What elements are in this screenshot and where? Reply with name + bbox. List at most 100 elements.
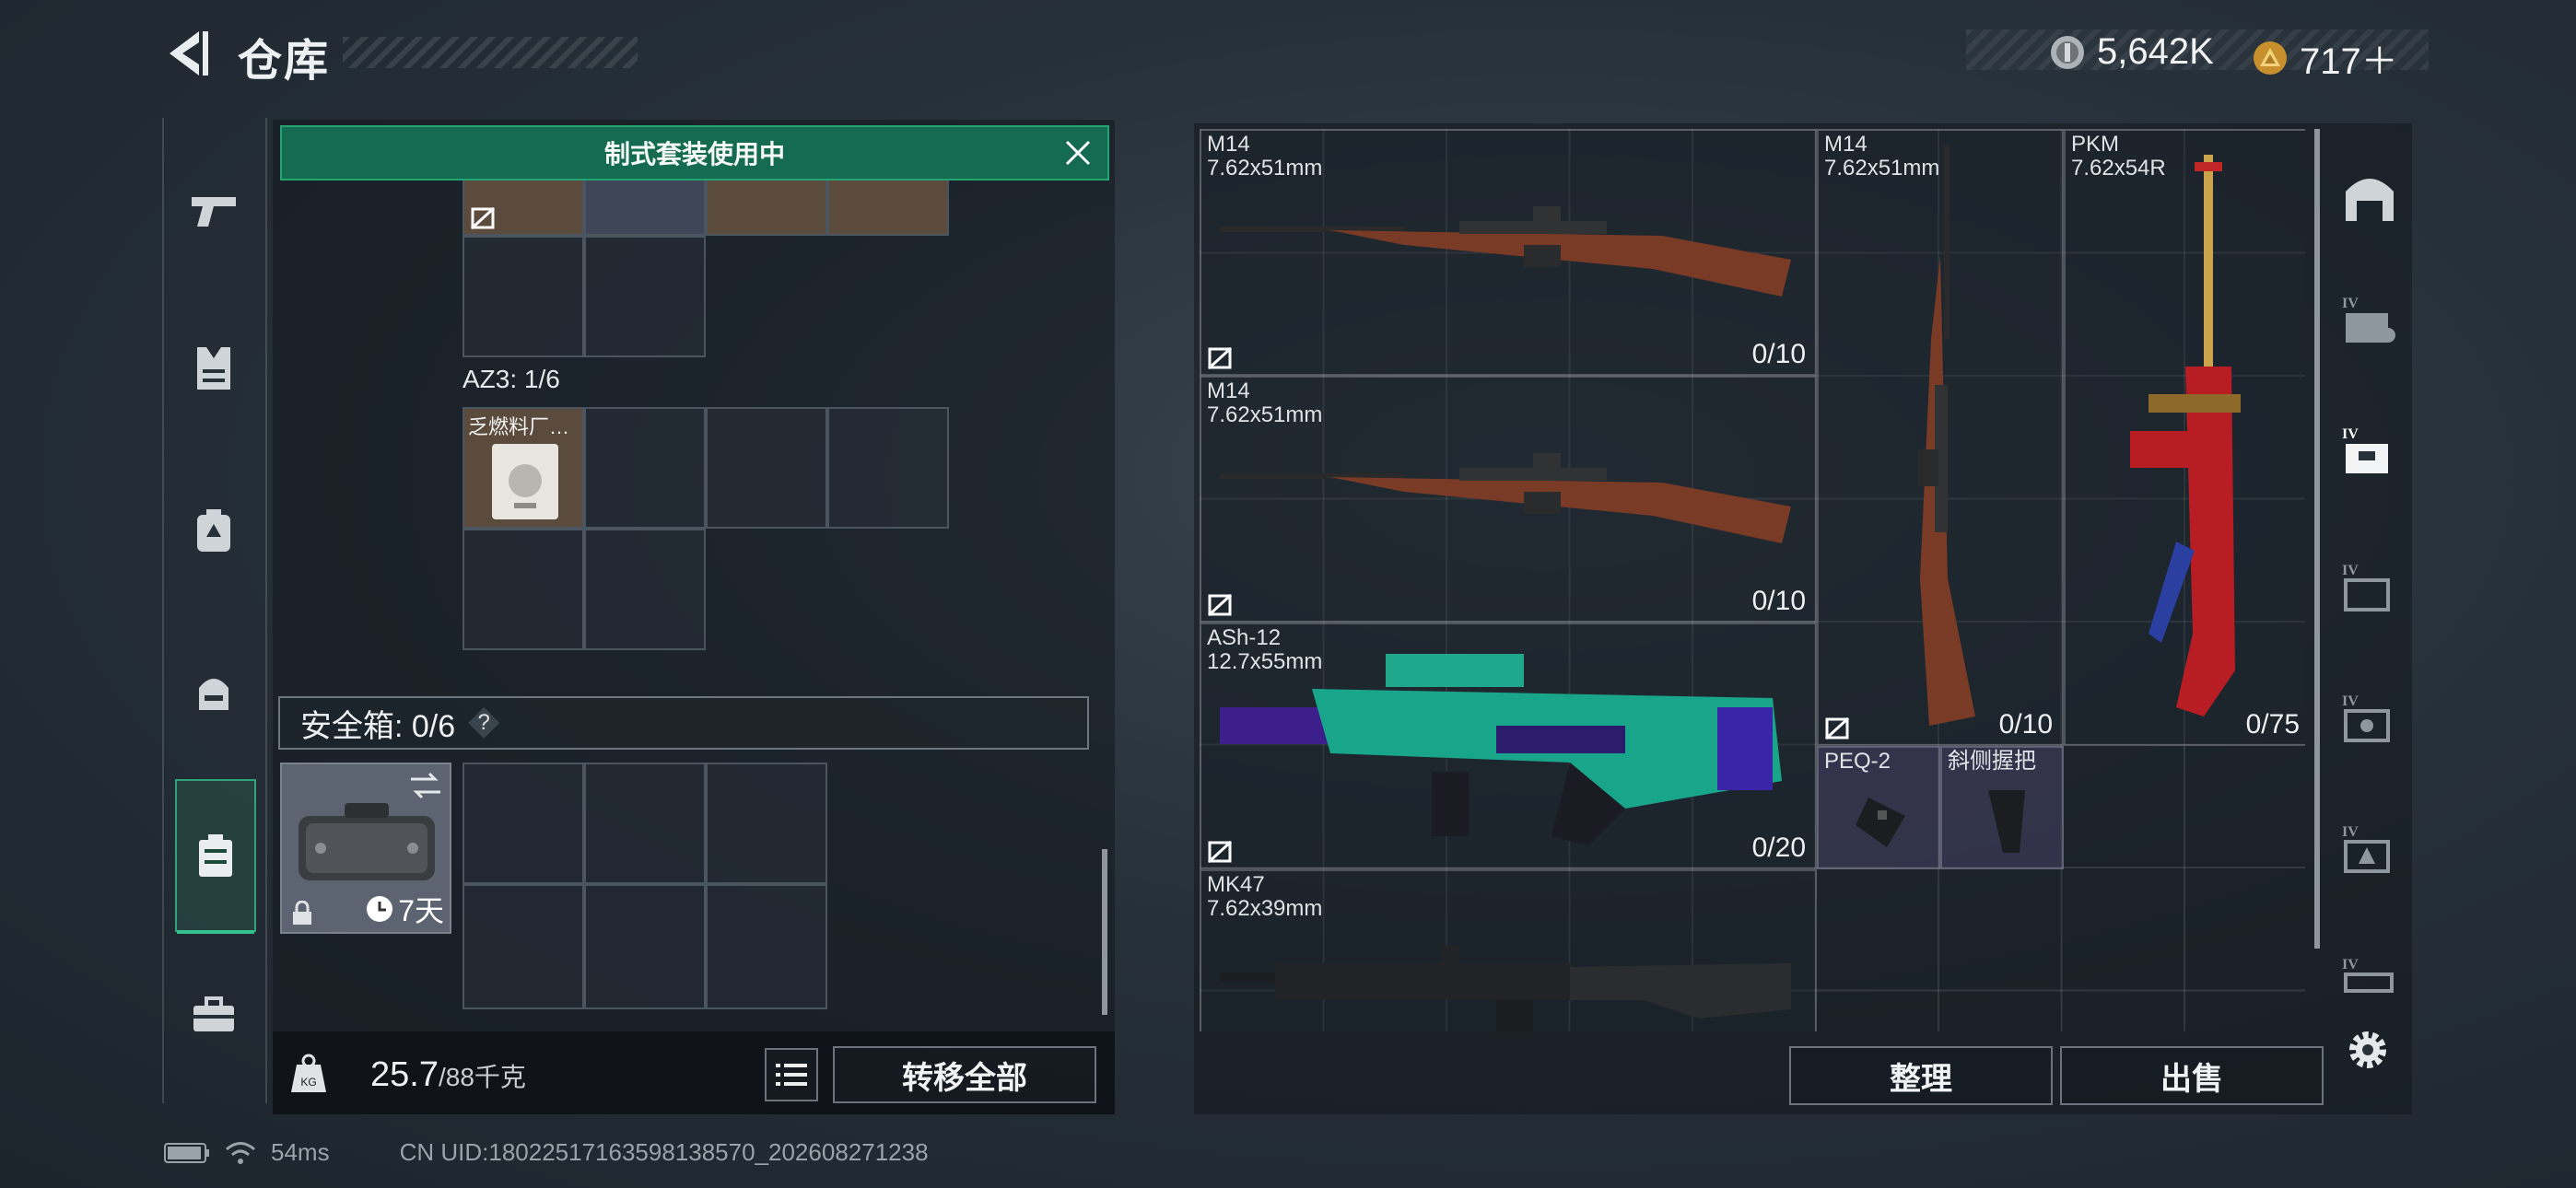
grid-empty-slot[interactable]	[827, 407, 949, 529]
clock-icon	[367, 896, 393, 922]
safe-slot[interactable]	[584, 884, 706, 1009]
grid-empty-slot[interactable]	[584, 529, 706, 650]
safe-slot[interactable]	[706, 763, 827, 884]
uid-text: CN UID:18022517163598138570_202608271238	[399, 1138, 929, 1166]
no-insure-icon	[470, 206, 496, 230]
no-insure-icon	[1207, 840, 1233, 864]
ping-text: 54ms	[271, 1138, 330, 1166]
gear-icon[interactable]	[2344, 1026, 2392, 1074]
grid-empty-slot[interactable]	[706, 407, 827, 529]
currency-gold: 717＋	[2252, 31, 2398, 85]
weapon-name: M14 7.62x51mm	[1207, 133, 1322, 181]
svg-text:IV: IV	[2342, 693, 2359, 709]
safe-box-bar: 安全箱: 0/6 ?	[278, 696, 1089, 750]
lock-icon	[293, 901, 311, 925]
safe-slot[interactable]	[463, 763, 584, 884]
attachment-name: 斜侧握把	[1948, 749, 2036, 774]
weapon-card-m14-2[interactable]: M14 7.62x51mm 0/10	[1200, 376, 1817, 623]
safe-slot[interactable]	[463, 884, 584, 1009]
storage-tab-iv-5[interactable]: IV	[2331, 810, 2408, 888]
weapon-card-mk47[interactable]: MK47 7.62x39mm	[1200, 869, 1817, 1031]
help-icon[interactable]: ?	[468, 707, 500, 739]
right-scrollbar[interactable]	[2314, 129, 2320, 949]
grid-item-slot[interactable]	[827, 171, 949, 236]
weapon-card-m14-1[interactable]: M14 7.62x51mm 0/10	[1200, 129, 1817, 376]
storage-tab-iv-2[interactable]: IV	[2331, 413, 2408, 490]
list-view-button[interactable]	[765, 1048, 818, 1101]
safe-slot[interactable]	[706, 884, 827, 1009]
weight-max: /88千克	[438, 1063, 526, 1091]
rail-vest[interactable]	[175, 330, 252, 407]
storage-iv-2-icon: IV	[2342, 426, 2388, 473]
weapon-card-pkm[interactable]: PKM 7.62x54R 0/75	[2064, 129, 2305, 746]
storage-tab-vault[interactable]	[2331, 158, 2408, 236]
grid-empty-slot[interactable]	[584, 236, 706, 357]
grid-empty-slot[interactable]	[463, 236, 584, 357]
grid-empty-slot[interactable]	[584, 407, 706, 529]
currency-silver: 5,642K	[2049, 31, 2214, 73]
m14-rifle-icon	[1220, 206, 1791, 297]
weapon-name: MK47 7.62x39mm	[1207, 873, 1322, 921]
no-insure-icon	[1207, 593, 1233, 617]
storage-iv-6-icon: IV	[2342, 957, 2394, 993]
grid-empty-slot[interactable]	[463, 529, 584, 650]
ash12-rifle-icon	[1220, 654, 1782, 845]
no-insure-icon	[1207, 346, 1233, 370]
rail-toolbox[interactable]	[175, 976, 252, 1054]
weapon-ammo-count: 0/10	[1998, 709, 2053, 740]
storage-iv-4-icon: IV	[2342, 693, 2390, 742]
rail-helmet-bag[interactable]	[175, 652, 252, 729]
wifi-icon	[226, 1141, 255, 1164]
vest-icon	[197, 347, 230, 390]
storage-tab-iv-3[interactable]: IV	[2331, 549, 2408, 626]
close-icon[interactable]	[1061, 136, 1095, 169]
weapon-name-text: M14	[1207, 132, 1250, 157]
svg-text:IV: IV	[2342, 824, 2359, 840]
back-arrow-icon[interactable]	[162, 28, 210, 79]
attachment-peq2[interactable]: PEQ-2	[1817, 746, 1940, 869]
pkm-machinegun-icon	[2130, 155, 2241, 716]
m14-rifle-vertical-icon	[1918, 146, 1975, 726]
rail-backpack[interactable]	[175, 492, 252, 569]
grid-item-slot[interactable]	[706, 171, 827, 236]
timer-text: 7天	[398, 894, 444, 927]
svg-text:IV: IV	[2342, 296, 2359, 311]
weight-current: 25.7	[370, 1055, 439, 1094]
helmet-bag-icon	[199, 679, 228, 710]
organize-button[interactable]: 整理	[1789, 1046, 2053, 1105]
battery-icon	[164, 1142, 209, 1163]
weapon-ammo-count: 0/10	[1751, 339, 1806, 369]
no-insure-icon	[1824, 716, 1850, 740]
storage-tab-iv-6[interactable]: IV	[2331, 936, 2408, 1013]
weapon-card-ash12[interactable]: ASh-12 12.7x55mm 0/20	[1200, 623, 1817, 869]
rail-pistol[interactable]	[175, 171, 252, 249]
weight-value: 25.7/88千克	[370, 1055, 526, 1095]
m14-rifle-icon	[1220, 453, 1791, 543]
angled-grip-icon	[1988, 790, 2025, 853]
category-rail	[162, 118, 267, 1103]
toolbox-icon	[193, 996, 234, 1031]
safe-box-label: 安全箱: 0/6	[300, 708, 456, 744]
left-scrollbar[interactable]	[1102, 849, 1107, 1015]
vault-icon	[2346, 179, 2394, 221]
storage-iv-5-icon: IV	[2342, 824, 2390, 873]
banner-text: 制式套装使用中	[603, 140, 785, 169]
gold-amount: 717＋	[2300, 41, 2398, 82]
weapon-ammo-count: 0/20	[1751, 833, 1806, 863]
safe-slot[interactable]	[584, 763, 706, 884]
grid-item-slot[interactable]	[584, 171, 706, 236]
transfer-all-button[interactable]: 转移全部	[833, 1046, 1096, 1103]
silver-coin-icon	[2051, 35, 2084, 69]
storage-tab-iv-4[interactable]: IV	[2331, 680, 2408, 757]
weapon-card-m14-3[interactable]: M14 7.62x51mm 0/10	[1817, 129, 2064, 746]
storage-tab-iv-1[interactable]: IV	[2331, 282, 2408, 359]
storage-iv-1-icon: IV	[2342, 296, 2395, 343]
az3-item-slot[interactable]: 乏燃料厂…	[463, 407, 584, 529]
sell-button[interactable]: 出售	[2060, 1046, 2324, 1105]
swap-icon[interactable]	[409, 772, 442, 799]
safe-case-item[interactable]: 7天	[280, 763, 451, 934]
rail-container[interactable]	[175, 779, 256, 934]
grid-item-slot[interactable]	[463, 171, 584, 236]
svg-text:KG: KG	[300, 1076, 316, 1089]
attachment-angled-grip[interactable]: 斜侧握把	[1940, 746, 2064, 869]
